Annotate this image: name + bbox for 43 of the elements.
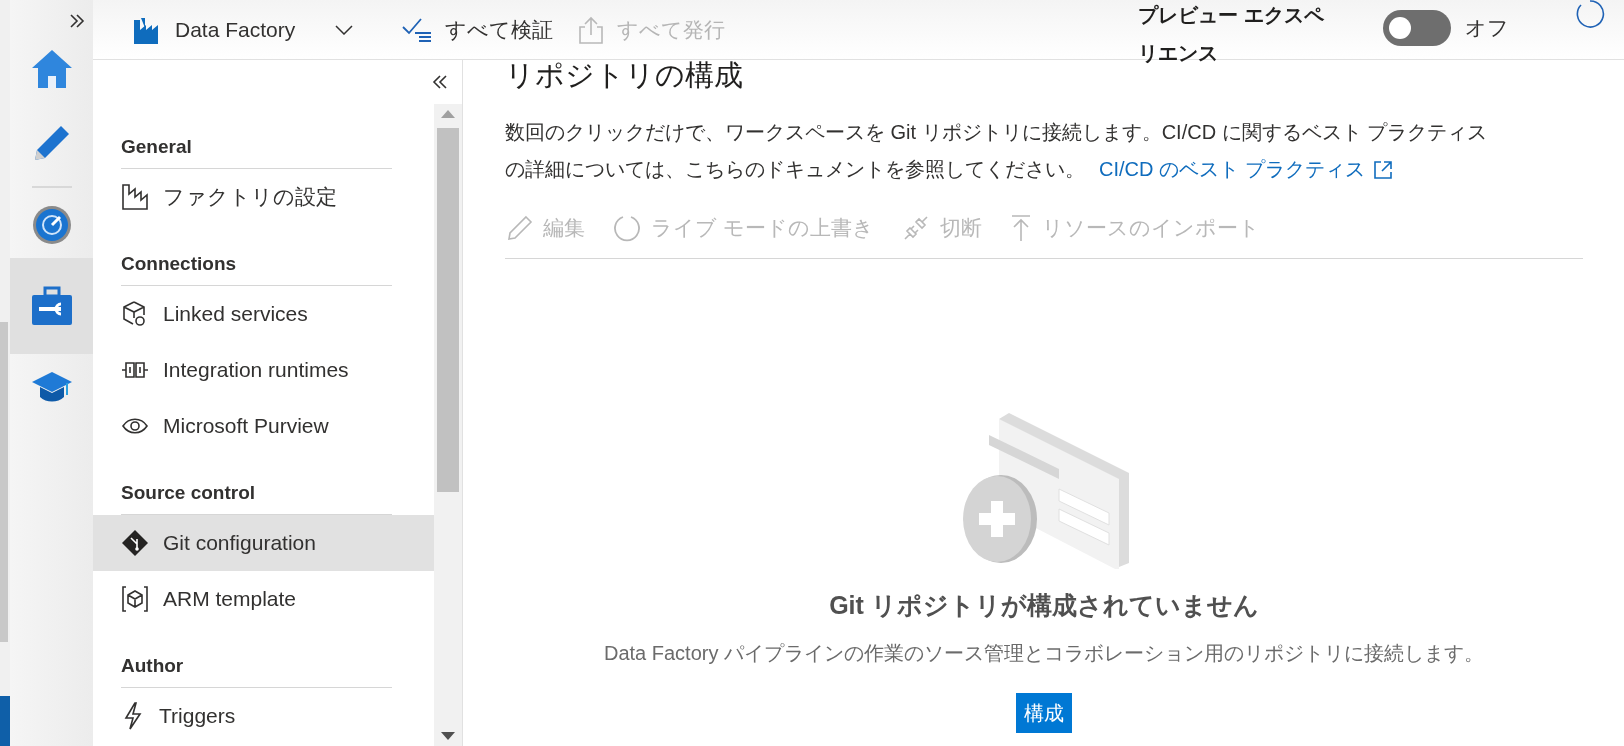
scroll-down-icon[interactable]	[441, 732, 455, 740]
preview-toggle[interactable]	[1383, 10, 1451, 46]
section-heading: Connections	[121, 249, 392, 286]
empty-state-text: Data Factory パイプラインの作業のソース管理とコラボレーション用のリポジトリに接続します。	[603, 641, 1484, 666]
gauge-icon	[30, 204, 73, 246]
toolbar-button[interactable]: すべて検証	[389, 15, 566, 44]
share-icon	[577, 14, 606, 45]
best-practices-link[interactable]: CI/CD のベスト プラクティス	[1099, 151, 1393, 188]
cube-icon	[121, 585, 149, 613]
sidebar-item[interactable]: ファクトリの設定	[93, 169, 434, 225]
scrollbar-thumb[interactable]	[437, 128, 459, 492]
toggle-label: オフ	[1465, 15, 1509, 41]
toolbox-icon	[30, 286, 73, 326]
graduation-cap-icon	[30, 370, 73, 404]
sidebar-item[interactable]: Git configuration	[93, 515, 434, 571]
git-icon	[121, 529, 149, 557]
scrollbar[interactable]	[434, 104, 462, 746]
check-list-icon	[401, 16, 434, 43]
section-heading: General	[121, 132, 392, 169]
preview-label: プレビュー エクスペリエンス	[1138, 3, 1325, 66]
configure-button[interactable]: 構成	[1016, 693, 1072, 733]
upload-icon	[1009, 214, 1032, 242]
empty-state-heading: Git リポジトリが構成されていません	[829, 590, 1259, 621]
factory-icon	[121, 183, 149, 211]
sidebar-item[interactable]: Linked services	[93, 286, 434, 342]
sidebar-item[interactable]: ARM template	[93, 571, 434, 627]
sidebar-item[interactable]: Triggers	[93, 688, 434, 744]
refresh-icon	[613, 214, 641, 242]
section-heading: Author	[121, 651, 392, 688]
runtime-icon	[121, 360, 149, 380]
sidebar-item[interactable]: Integration runtimes	[93, 342, 434, 398]
description: 数回のクリックだけで、ワークスペースを Git リポジトリに接続します。CI/CD に関するベスト プラクティスの詳細については、こちらのドキュメントを参照してください。 CI/CD のベスト プラクティス	[505, 114, 1505, 188]
eye-icon	[121, 416, 149, 436]
external-link-icon	[1372, 159, 1393, 180]
chevron-down-icon[interactable]	[335, 24, 354, 35]
taskbar-block	[0, 696, 10, 746]
pencil-icon	[507, 215, 533, 241]
double-chevron-icon	[432, 75, 448, 89]
collapse-button[interactable]	[430, 73, 450, 91]
factory-selector[interactable]: Data Factory	[133, 15, 296, 44]
page-title: リポジトリの構成	[505, 58, 744, 92]
sidebar-item[interactable]: Microsoft Purview	[93, 398, 434, 454]
double-chevron-icon	[69, 14, 85, 28]
